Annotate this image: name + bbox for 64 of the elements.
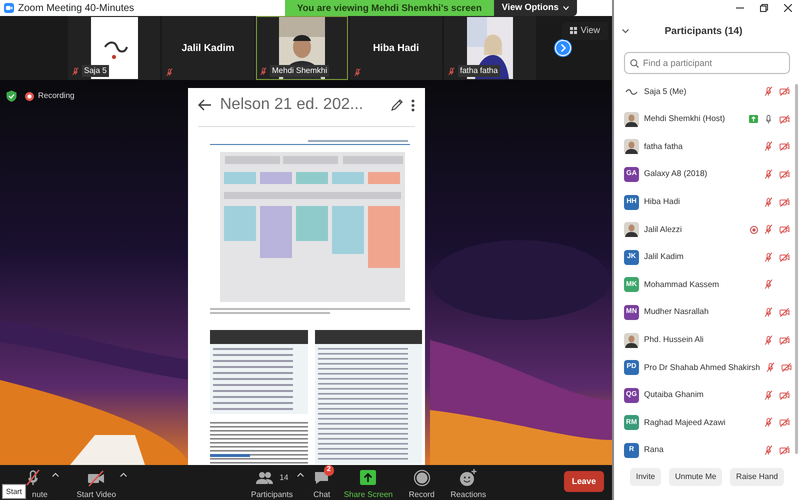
panel-button[interactable]: Raise Hand: [730, 468, 784, 486]
view-options-button[interactable]: View Options: [494, 0, 577, 16]
participant-name: Qutaiba Ghanim: [644, 389, 705, 402]
participant-name: fatha fatha: [644, 140, 684, 153]
participant-name: Hiba Hadi: [644, 196, 681, 208]
participant-row[interactable]: Phd. Hussein Ali: [614, 326, 800, 354]
video-button[interactable]: Start Video: [72, 465, 120, 500]
window-title: Zoom Meeting 40-Minutes: [18, 2, 134, 16]
chevron-down-icon[interactable]: [622, 28, 629, 34]
document-title: Nelson 21 ed. 202...: [220, 95, 364, 115]
muted-mic-icon: [71, 66, 80, 76]
scrollbar[interactable]: [795, 84, 798, 454]
participant-name: Raghad Majeed Azawi: [644, 416, 726, 429]
smiley-icon: [458, 468, 478, 487]
participant-count: 14: [279, 472, 288, 484]
participant-name: Jalil Kadim: [644, 251, 685, 264]
video-tile[interactable]: Hiba Hadi: [350, 16, 442, 80]
sharing-banner: You are viewing Mehdi Shemkhi's screen: [285, 0, 494, 16]
close-icon[interactable]: [784, 4, 792, 12]
participant-name: Galaxy A8 (2018): [644, 168, 708, 180]
view-button[interactable]: View: [562, 22, 608, 40]
pencil-icon[interactable]: [390, 98, 403, 112]
record-icon: [412, 468, 432, 487]
video-off-icon: [86, 468, 106, 487]
participants-button[interactable]: 14 Participants: [247, 465, 297, 500]
caret-up-icon[interactable]: [52, 472, 59, 477]
participant-name: Mehdi Shemkhi (Host): [644, 113, 726, 126]
panel-button[interactable]: Invite: [630, 468, 662, 486]
panel-button[interactable]: Unmute Me: [668, 468, 722, 486]
muted-mic-icon: [259, 66, 268, 76]
caret-up-icon[interactable]: [296, 472, 304, 477]
participant-row[interactable]: fatha fatha: [614, 133, 800, 161]
grid-icon: [570, 27, 577, 34]
participant-row[interactable]: Jalil Alezzi: [614, 216, 800, 244]
participant-name: Mohammad Kassem: [644, 278, 720, 291]
chevron-down-icon: [562, 6, 569, 10]
caret-up-icon[interactable]: [120, 472, 128, 477]
next-page-icon[interactable]: [554, 39, 572, 57]
participant-name: Pro Dr Shahab Ahmed Shakirsh: [644, 362, 760, 374]
leave-button[interactable]: Leave: [564, 471, 604, 492]
share-screen-icon: [358, 468, 378, 487]
recording-icon: [25, 92, 34, 100]
video-tile[interactable]: Jalil Kadim: [162, 16, 254, 80]
record-button[interactable]: Record: [404, 465, 439, 500]
shield-icon: [6, 90, 17, 102]
share-button[interactable]: Share Screen: [340, 465, 397, 500]
participant-name: Phd. Hussein Ali: [644, 334, 705, 346]
participant-row[interactable]: Saja 5 (Me): [614, 78, 800, 106]
search-field[interactable]: Find a participant: [624, 52, 790, 74]
muted-mic-icon: [447, 66, 456, 76]
muted-mic-icon: [165, 68, 174, 77]
participant-name: Jalil Alezzi: [644, 224, 683, 236]
restore-icon[interactable]: [760, 4, 768, 12]
participant-name: Saja 5 (Me): [644, 86, 688, 98]
zoom-logo-icon: [4, 3, 14, 13]
participant-name: Rana: [644, 444, 665, 456]
back-arrow-icon[interactable]: [198, 99, 212, 111]
recording-label: Recording: [38, 90, 74, 102]
reactions-button[interactable]: Reactions: [446, 465, 490, 500]
more-icon[interactable]: [411, 98, 415, 112]
participant-name: Mudher Nasrallah: [644, 306, 710, 318]
participant-row[interactable]: Mehdi Shemkhi (Host): [614, 106, 800, 134]
panel-title: Participants (14): [664, 24, 744, 38]
muted-mic-icon: [353, 68, 362, 77]
